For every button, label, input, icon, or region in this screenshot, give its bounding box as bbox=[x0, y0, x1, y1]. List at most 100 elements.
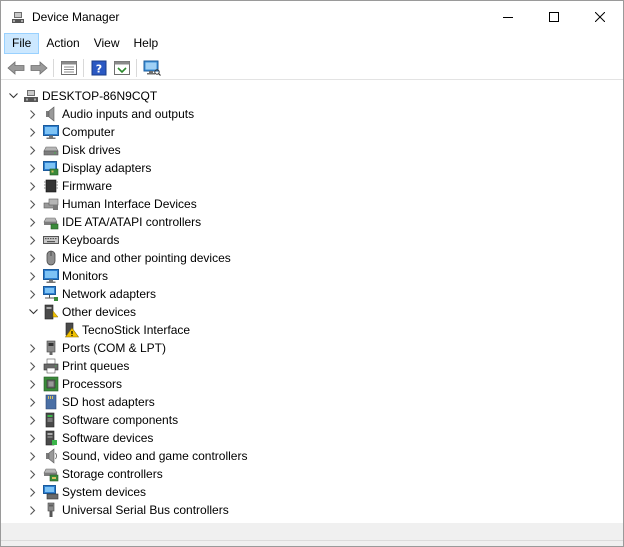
close-button[interactable] bbox=[577, 1, 623, 32]
tree-category-computer[interactable]: Computer bbox=[26, 123, 115, 141]
tree-category-system-devices[interactable]: System devices bbox=[26, 483, 146, 501]
tree-device-label: TecnoStick Interface bbox=[82, 323, 191, 337]
tree-device-tecnostick-interface[interactable]: TecnoStick Interface bbox=[46, 321, 190, 339]
keyboard-icon bbox=[43, 232, 59, 248]
tree-category-human-interface-devices[interactable]: Human Interface Devices bbox=[26, 195, 197, 213]
tree-category-label: Print queues bbox=[62, 359, 130, 373]
tree-category-software-devices[interactable]: Software devices bbox=[26, 429, 153, 447]
toolbar-separator bbox=[53, 58, 54, 77]
tree-category-label: Storage controllers bbox=[62, 467, 163, 481]
sound-icon bbox=[43, 448, 59, 464]
expand-chevron-icon[interactable] bbox=[26, 393, 40, 411]
expand-chevron-icon[interactable] bbox=[26, 267, 40, 285]
expand-chevron-icon[interactable] bbox=[26, 105, 40, 123]
device-tree[interactable]: DESKTOP-86N9CQT Audio inputs and outputs… bbox=[1, 85, 623, 521]
expand-chevron-icon[interactable] bbox=[26, 339, 40, 357]
expand-chevron-icon[interactable] bbox=[26, 285, 40, 303]
title-bar[interactable]: Device Manager bbox=[1, 1, 623, 32]
tree-category-label: Universal Serial Bus controllers bbox=[62, 503, 229, 517]
maximize-button[interactable] bbox=[531, 1, 577, 32]
help-icon: ? bbox=[91, 60, 106, 75]
network-icon bbox=[43, 286, 59, 302]
maximize-icon bbox=[549, 11, 559, 22]
tree-category-ports[interactable]: Ports (COM & LPT) bbox=[26, 339, 166, 357]
expand-chevron-icon[interactable] bbox=[26, 213, 40, 231]
tree-category-label: Computer bbox=[62, 125, 115, 139]
menu-action[interactable]: Action bbox=[39, 33, 86, 54]
tree-category-storage-controllers[interactable]: Storage controllers bbox=[26, 465, 163, 483]
expand-chevron-icon[interactable] bbox=[26, 123, 40, 141]
disk-drive-icon bbox=[43, 142, 59, 158]
display-adapter-icon bbox=[43, 160, 59, 176]
expand-chevron-icon[interactable] bbox=[26, 159, 40, 177]
menu-help[interactable]: Help bbox=[127, 33, 166, 54]
mouse-icon bbox=[43, 250, 59, 266]
tree-category-mice[interactable]: Mice and other pointing devices bbox=[26, 249, 231, 267]
tree-category-sound-video-game[interactable]: Sound, video and game controllers bbox=[26, 447, 247, 465]
toolbar-separator bbox=[136, 58, 137, 77]
tree-category-ide-controllers[interactable]: IDE ATA/ATAPI controllers bbox=[26, 213, 201, 231]
forward-button[interactable] bbox=[27, 57, 50, 79]
tree-category-processors[interactable]: Processors bbox=[26, 375, 122, 393]
expand-chevron-icon[interactable] bbox=[26, 357, 40, 375]
tree-category-network-adapters[interactable]: Network adapters bbox=[26, 285, 156, 303]
expand-chevron-icon[interactable] bbox=[26, 375, 40, 393]
chip-icon bbox=[43, 178, 59, 194]
unknown-device-icon bbox=[43, 304, 59, 320]
tree-category-keyboards[interactable]: Keyboards bbox=[26, 231, 119, 249]
update-driver-button[interactable] bbox=[110, 57, 133, 79]
storage-controller-icon bbox=[43, 466, 59, 482]
menu-file[interactable]: File bbox=[4, 32, 40, 54]
menu-view[interactable]: View bbox=[87, 33, 127, 54]
expand-chevron-icon[interactable] bbox=[26, 429, 40, 447]
tree-category-firmware[interactable]: Firmware bbox=[26, 177, 112, 195]
tree-category-other-devices[interactable]: Other devices bbox=[26, 303, 136, 321]
show-hide-console-tree-button[interactable] bbox=[57, 57, 80, 79]
toolbar-separator bbox=[83, 58, 84, 77]
minimize-button[interactable] bbox=[485, 1, 531, 32]
expand-chevron-icon[interactable] bbox=[26, 411, 40, 429]
software-component-icon bbox=[43, 412, 59, 428]
expand-chevron-icon[interactable] bbox=[26, 231, 40, 249]
back-icon bbox=[6, 60, 24, 75]
help-button[interactable]: ? bbox=[87, 57, 110, 79]
status-bar bbox=[1, 540, 623, 546]
tree-category-monitors[interactable]: Monitors bbox=[26, 267, 108, 285]
svg-text:?: ? bbox=[95, 62, 101, 75]
horizontal-scrollbar[interactable] bbox=[1, 523, 623, 540]
properties-pane-icon bbox=[60, 60, 77, 75]
processor-icon bbox=[43, 376, 59, 392]
expand-chevron-icon[interactable] bbox=[26, 501, 40, 519]
tree-category-print-queues[interactable]: Print queues bbox=[26, 357, 129, 375]
tree-category-sd-host-adapters[interactable]: SD host adapters bbox=[26, 393, 155, 411]
expand-chevron-icon[interactable] bbox=[26, 483, 40, 501]
close-icon bbox=[595, 11, 605, 22]
forward-icon bbox=[30, 60, 48, 75]
tree-category-disk-drives[interactable]: Disk drives bbox=[26, 141, 121, 159]
tree-category-usb-controllers[interactable]: Universal Serial Bus controllers bbox=[26, 501, 229, 519]
collapse-chevron-icon[interactable] bbox=[6, 87, 20, 105]
expand-chevron-icon[interactable] bbox=[26, 447, 40, 465]
menu-bar: File Action View Help bbox=[1, 32, 623, 54]
hid-icon bbox=[43, 196, 59, 212]
device-manager-window: Device Manager File Action View Help ? D… bbox=[0, 0, 624, 547]
collapse-chevron-icon[interactable] bbox=[26, 303, 40, 321]
expand-chevron-icon[interactable] bbox=[26, 195, 40, 213]
tree-category-software-components[interactable]: Software components bbox=[26, 411, 178, 429]
speaker-icon bbox=[43, 106, 59, 122]
tree-category-audio[interactable]: Audio inputs and outputs bbox=[26, 105, 194, 123]
expand-chevron-icon[interactable] bbox=[26, 177, 40, 195]
expand-chevron-icon[interactable] bbox=[26, 141, 40, 159]
tree-category-display-adapters[interactable]: Display adapters bbox=[26, 159, 151, 177]
tree-category-label: SD host adapters bbox=[62, 395, 155, 409]
tree-category-label: Disk drives bbox=[62, 143, 121, 157]
tree-category-label: Ports (COM & LPT) bbox=[62, 341, 167, 355]
device-manager-app-icon bbox=[10, 9, 26, 25]
scan-hardware-button[interactable] bbox=[140, 57, 163, 79]
expand-chevron-icon[interactable] bbox=[26, 465, 40, 483]
monitor-icon bbox=[43, 268, 59, 284]
expand-chevron-icon[interactable] bbox=[26, 249, 40, 267]
back-button[interactable] bbox=[4, 57, 27, 79]
window-title: Device Manager bbox=[32, 9, 120, 24]
tree-root-node[interactable]: DESKTOP-86N9CQT bbox=[6, 87, 157, 105]
